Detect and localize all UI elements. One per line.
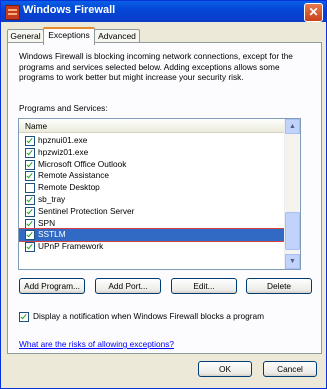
program-row[interactable]: hpzwiz01.exe — [19, 147, 284, 159]
risks-help-link[interactable]: What are the risks of allowing exception… — [19, 339, 174, 349]
scroll-thumb[interactable] — [285, 212, 300, 250]
edit-button[interactable]: Edit... — [171, 278, 237, 294]
programs-listbox[interactable]: Name hpznui01.exe hpzwiz01.exe Microsoft O… — [18, 118, 301, 270]
add-program-button[interactable]: Add Program... — [19, 278, 85, 294]
program-row[interactable]: UPnP Framework — [19, 241, 284, 253]
program-label: hpzwiz01.exe — [38, 146, 89, 157]
close-button[interactable]: ✕ — [304, 3, 323, 22]
notification-checkbox[interactable] — [19, 312, 29, 322]
program-checkbox[interactable] — [25, 206, 35, 217]
program-row[interactable]: Remote Assistance — [19, 170, 284, 182]
cancel-button[interactable]: Cancel — [263, 361, 317, 377]
program-label: UPnP Framework — [38, 241, 104, 252]
program-checkbox[interactable] — [25, 136, 35, 146]
vertical-scrollbar[interactable]: ▲ ▼ — [284, 119, 300, 269]
program-checkbox[interactable] — [25, 218, 35, 229]
tab-general[interactable]: General — [7, 29, 44, 43]
program-checkbox[interactable] — [25, 230, 35, 241]
scroll-down-icon[interactable]: ▼ — [285, 254, 300, 269]
program-checkbox[interactable] — [25, 171, 35, 182]
list-column-header[interactable]: Name — [19, 119, 284, 133]
column-name-label: Name — [25, 121, 48, 131]
tab-exceptions[interactable]: Exceptions — [43, 27, 95, 45]
ok-button[interactable]: OK — [198, 361, 252, 377]
program-row[interactable]: SPN — [19, 218, 284, 230]
program-label: hpznui01.exe — [38, 135, 88, 145]
firewall-window: Windows Firewall ✕ General Exceptions Ad… — [0, 0, 327, 389]
program-checkbox[interactable] — [25, 159, 35, 170]
exceptions-panel: Windows Firewall is blocking incoming ne… — [7, 42, 322, 354]
delete-button[interactable]: Delete — [246, 278, 312, 294]
program-row[interactable]: Sentinel Protection Server — [19, 206, 284, 218]
description-text: Windows Firewall is blocking incoming ne… — [19, 51, 293, 82]
program-row[interactable]: hpznui01.exe — [19, 135, 284, 147]
program-label: SPN — [38, 217, 56, 228]
program-checkbox[interactable] — [25, 242, 35, 253]
scroll-up-icon[interactable]: ▲ — [285, 119, 300, 134]
program-checkbox[interactable] — [25, 195, 35, 205]
firewall-icon — [5, 5, 20, 20]
add-port-button[interactable]: Add Port... — [95, 278, 161, 294]
program-label: Remote Assistance — [38, 170, 110, 181]
program-label: Sentinel Protection Server — [38, 205, 135, 216]
program-label: sb_tray — [38, 194, 66, 204]
program-checkbox[interactable] — [25, 183, 35, 194]
programs-list-label: Programs and Services: — [19, 103, 108, 113]
program-label: SSTLM — [38, 229, 66, 240]
program-label: Microsoft Office Outlook — [38, 158, 127, 169]
program-row[interactable]: Microsoft Office Outlook — [19, 159, 284, 171]
title-bar[interactable]: Windows Firewall ✕ — [1, 1, 326, 22]
program-row[interactable]: Remote Desktop — [19, 182, 284, 194]
program-label: Remote Desktop — [38, 182, 100, 193]
program-row[interactable]: SSTLM — [19, 228, 285, 243]
window-title: Windows Firewall — [23, 4, 116, 16]
tab-advanced[interactable]: Advanced — [94, 29, 140, 43]
program-row[interactable]: sb_tray — [19, 194, 284, 206]
program-checkbox[interactable] — [25, 147, 35, 158]
notification-label[interactable]: Display a notification when Windows Fire… — [33, 311, 264, 321]
